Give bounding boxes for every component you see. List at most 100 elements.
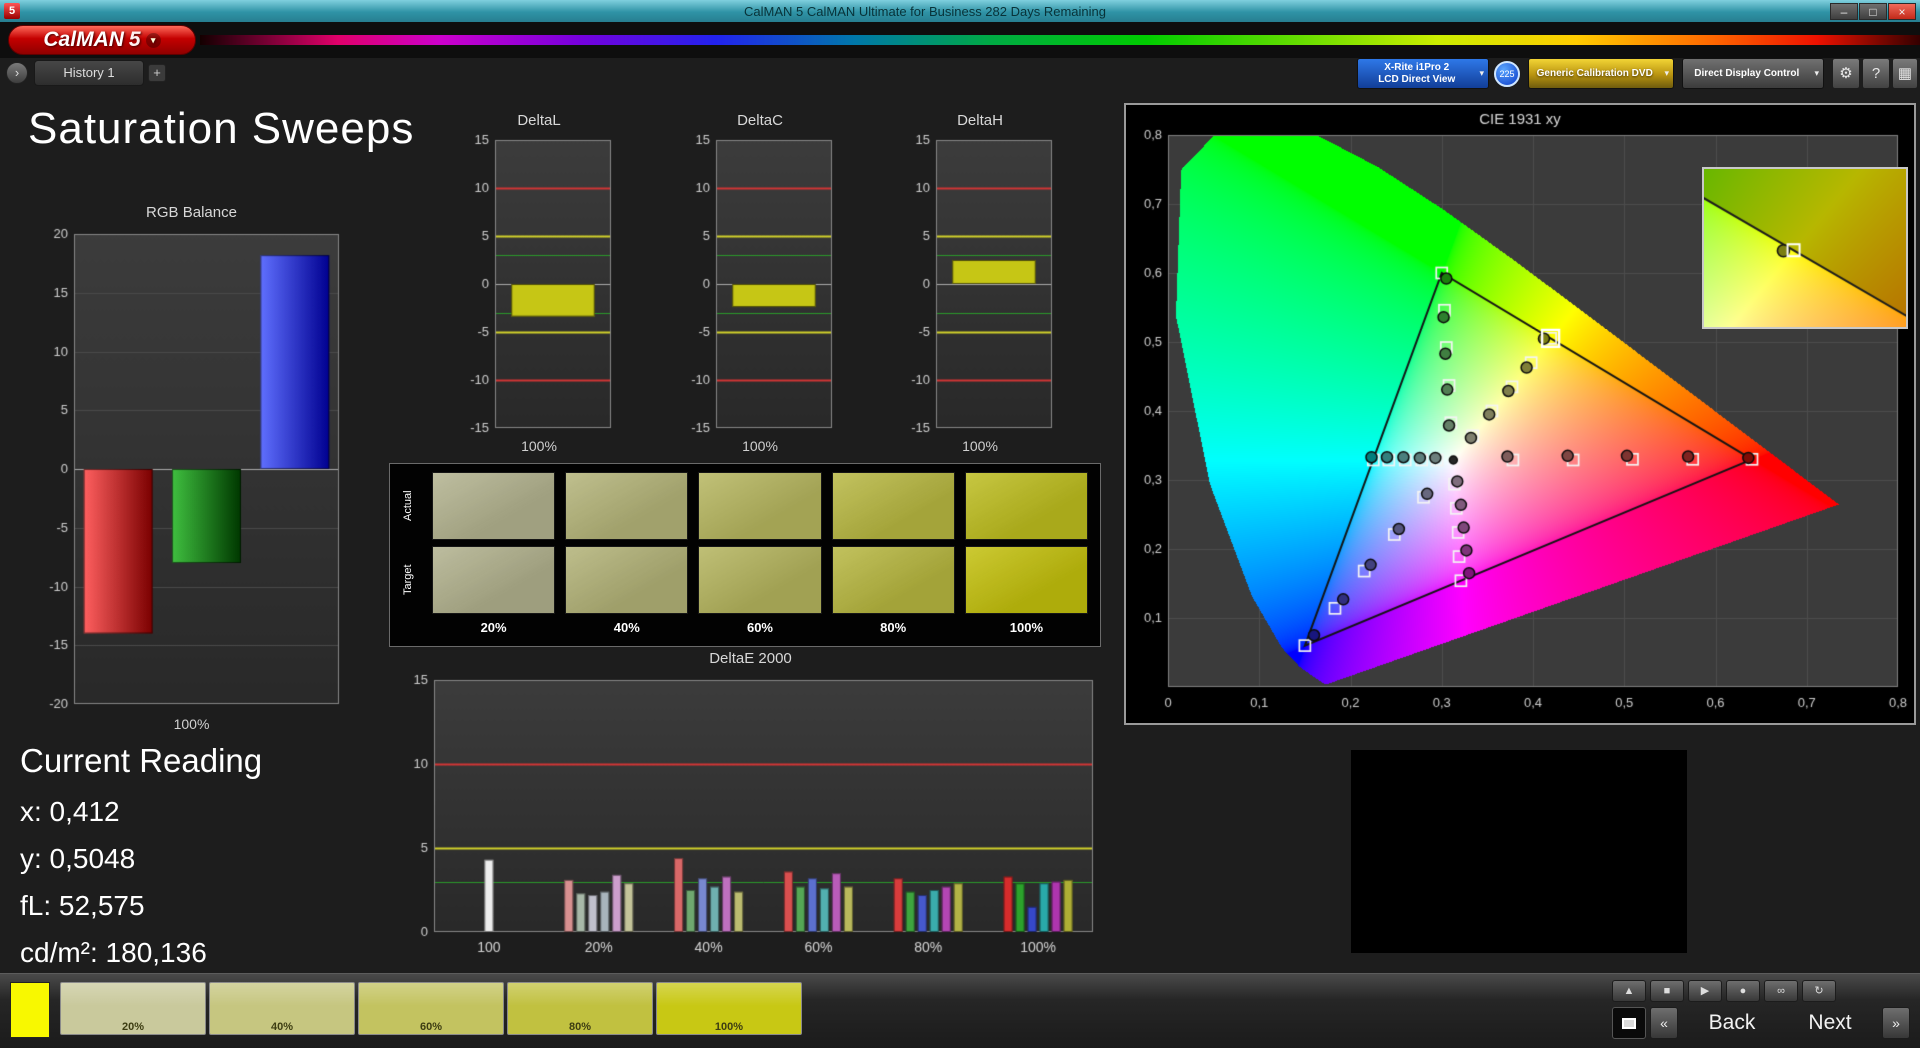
pattern-swatch-actual-20%	[432, 472, 555, 540]
layout-button[interactable]: ▦	[1892, 58, 1918, 89]
pattern-swatch-target-100%	[965, 546, 1088, 614]
help-button[interactable]: ?	[1862, 58, 1890, 89]
calman-logo: CalMAN 5 ▾	[8, 25, 196, 55]
pattern-col-label-40%: 40%	[565, 620, 688, 638]
panel-collapse-button[interactable]: ›	[6, 62, 28, 84]
meter-dropdown[interactable]: X-Rite i1Pro 2 LCD Direct View ▾	[1357, 58, 1489, 89]
settings-gear-button[interactable]: ⚙	[1832, 58, 1860, 89]
pattern-swatch-target-20%	[432, 546, 555, 614]
pattern-swatch-actual-100%	[965, 472, 1088, 540]
bottom-bar: 20% 40% 60% 80% 100% ▲■▶●∞↻ « Back Next »	[0, 973, 1920, 1048]
swatch-label: 60%	[359, 1021, 503, 1033]
actual-target-pattern-table: Actual Target 20% 40% 60% 80% 100%	[389, 463, 1101, 647]
pattern-swatch-actual-80%	[832, 472, 955, 540]
display-control-text: Direct Display Control	[1683, 68, 1810, 79]
current-pattern-patch	[10, 982, 50, 1038]
maximize-button[interactable]: □	[1859, 3, 1887, 20]
logo-row: CalMAN 5 ▾	[0, 22, 1920, 58]
refresh-button[interactable]: ↻	[1802, 980, 1836, 1002]
pattern-window-button[interactable]	[1612, 1007, 1646, 1039]
logo-brand: CalMAN	[43, 28, 124, 52]
pattern-swatch-target-40%	[565, 546, 688, 614]
pattern-swatch-actual-60%	[698, 472, 821, 540]
current-reading-title: Current Reading	[20, 742, 262, 780]
source-dropdown[interactable]: Generic Calibration DVD ▾	[1528, 58, 1674, 89]
play-button[interactable]: ▶	[1688, 980, 1722, 1002]
pattern-col-label-60%: 60%	[698, 620, 821, 638]
add-tab-button[interactable]: +	[148, 64, 166, 82]
reading-cdm2: cd/m²: 180,136	[20, 937, 262, 969]
stop-button[interactable]: ■	[1650, 980, 1684, 1002]
rainbow-strip	[200, 35, 1920, 45]
chevron-down-icon: ▾	[1660, 68, 1673, 79]
minimize-button[interactable]: –	[1830, 3, 1858, 20]
next-button[interactable]: Next	[1782, 1007, 1878, 1039]
delta-e-chart	[398, 672, 1103, 962]
logo-menu-caret-icon[interactable]: ▾	[146, 33, 161, 48]
reading-fl: fL: 52,575	[20, 890, 262, 922]
chevron-down-icon: ▾	[1810, 68, 1823, 79]
swatch-label: 100%	[657, 1021, 801, 1033]
patterns-corner	[402, 620, 422, 638]
delta-c-chart	[680, 134, 840, 434]
source-dropdown-text: Generic Calibration DVD	[1529, 68, 1660, 79]
swatch-label: 20%	[61, 1021, 205, 1033]
pattern-window-icon	[1622, 1018, 1636, 1029]
delta-l-title: DeltaL	[459, 112, 619, 129]
pattern-swatch-target-60%	[698, 546, 821, 614]
swatch-label: 80%	[508, 1021, 652, 1033]
display-control-dropdown[interactable]: Direct Display Control ▾	[1682, 58, 1824, 89]
delta-h-xlabel: 100%	[900, 438, 1060, 454]
reading-x: x: 0,412	[20, 796, 262, 828]
transport-controls: ▲■▶●∞↻	[1612, 980, 1836, 1002]
close-button[interactable]: ×	[1888, 3, 1916, 20]
bottom-swatch-40%[interactable]: 40%	[209, 982, 355, 1035]
pattern-swatch-actual-40%	[565, 472, 688, 540]
pattern-preview-window	[1351, 750, 1687, 953]
swatch-label: 40%	[210, 1021, 354, 1033]
window-controls: – □ ×	[1830, 3, 1916, 20]
rgb-balance-title: RGB Balance	[34, 204, 349, 221]
patch-count-badge: 225	[1494, 61, 1520, 87]
pattern-col-label-80%: 80%	[832, 620, 955, 638]
meter-line2: LCD Direct View	[1378, 74, 1455, 86]
back-button[interactable]: Back	[1684, 1007, 1780, 1039]
delta-c-title: DeltaC	[680, 112, 840, 129]
chevron-down-icon: ▾	[1475, 68, 1488, 79]
bottom-swatch-60%[interactable]: 60%	[358, 982, 504, 1035]
meter-line1: X-Rite i1Pro 2	[1384, 62, 1449, 74]
page-title: Saturation Sweeps	[28, 104, 414, 154]
pattern-col-label-20%: 20%	[432, 620, 555, 638]
record-button[interactable]: ●	[1726, 980, 1760, 1002]
pattern-row-label-target: Target	[402, 546, 422, 614]
cie-1931-panel	[1124, 103, 1916, 725]
chevron-right-icon[interactable]: »	[1882, 1007, 1910, 1039]
rgb-balance-xlabel: 100%	[34, 716, 349, 732]
tab-history-1[interactable]: History 1	[34, 60, 144, 86]
pattern-col-label-100%: 100%	[965, 620, 1088, 638]
current-reading-panel: Current Reading x: 0,412 y: 0,5048 fL: 5…	[20, 742, 262, 984]
meter-dropdown-text: X-Rite i1Pro 2 LCD Direct View	[1358, 62, 1475, 86]
bottom-swatch-80%[interactable]: 80%	[507, 982, 653, 1035]
delta-h-chart	[900, 134, 1060, 434]
delta-e-title: DeltaE 2000	[398, 650, 1103, 667]
window-title: CalMAN 5 CalMAN Ultimate for Business 28…	[20, 4, 1830, 19]
pattern-swatch-row: 20% 40% 60% 80% 100%	[60, 982, 802, 1035]
bottom-swatch-100%[interactable]: 100%	[656, 982, 802, 1035]
logo-version: 5	[129, 28, 141, 52]
bottom-swatch-20%[interactable]: 20%	[60, 982, 206, 1035]
delta-l-chart	[459, 134, 619, 434]
rgb-balance-chart	[34, 226, 349, 712]
chevron-left-icon[interactable]: «	[1650, 1007, 1678, 1039]
pattern-row-label-actual: Actual	[402, 472, 422, 540]
eject-button[interactable]: ▲	[1612, 980, 1646, 1002]
loop-button[interactable]: ∞	[1764, 980, 1798, 1002]
delta-h-title: DeltaH	[900, 112, 1060, 129]
delta-c-xlabel: 100%	[680, 438, 840, 454]
app-icon: 5	[4, 3, 20, 19]
titlebar: 5 CalMAN 5 CalMAN Ultimate for Business …	[0, 0, 1920, 22]
reading-y: y: 0,5048	[20, 843, 262, 875]
pattern-swatch-target-80%	[832, 546, 955, 614]
cie-zoom-inset	[1702, 167, 1908, 329]
calman-window: 5 CalMAN 5 CalMAN Ultimate for Business …	[0, 0, 1920, 1048]
